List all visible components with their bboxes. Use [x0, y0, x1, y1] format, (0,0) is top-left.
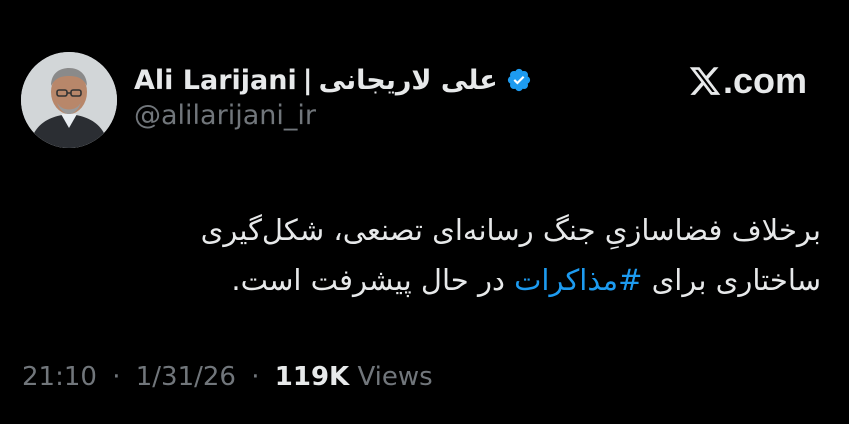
hashtag-link[interactable]: #مذاکرات	[514, 263, 642, 297]
tweet-time[interactable]: 21:10	[22, 362, 97, 392]
avatar[interactable]	[21, 52, 117, 148]
views-count[interactable]: 119K	[275, 362, 349, 392]
tweet-text-line-1: برخلاف فضاسازیِ جنگ رسانه‌ای تصنعی، شکل‌…	[200, 213, 821, 247]
tweet-text-line-2: ساختاری برای #مذاکرات در حال پیشرفت است.	[101, 255, 821, 305]
author-handle[interactable]: @alilarijani_ir	[134, 100, 532, 131]
tweet-text: برخلاف فضاسازیِ جنگ رسانه‌ای تصنعی، شکل‌…	[101, 205, 821, 305]
tweet-card: Ali Larijani | علی لاریجانی @alilarijani…	[0, 0, 849, 424]
tweet-text-part: در حال پیشرفت است.	[231, 263, 515, 297]
views-label: Views	[357, 362, 433, 392]
x-brand: .com	[688, 60, 807, 102]
author-name-fa: علی لاریجانی	[318, 64, 498, 96]
tweet-meta: 21:10 · 1/31/26 · 119K Views	[22, 362, 433, 392]
profile-photo-icon	[21, 52, 117, 148]
verified-badge-icon	[506, 67, 532, 93]
x-logo-text: .com	[722, 60, 807, 101]
author-name-row[interactable]: Ali Larijani | علی لاریجانی	[134, 62, 532, 98]
x-logo-icon	[689, 67, 721, 95]
author-block: Ali Larijani | علی لاریجانی @alilarijani…	[134, 62, 532, 131]
tweet-date[interactable]: 1/31/26	[136, 362, 236, 392]
name-separator: |	[302, 64, 313, 96]
author-name-en: Ali Larijani	[134, 64, 297, 96]
meta-dot: ·	[112, 362, 121, 392]
tweet-text-part: ساختاری برای	[642, 263, 821, 297]
meta-dot: ·	[251, 362, 260, 392]
